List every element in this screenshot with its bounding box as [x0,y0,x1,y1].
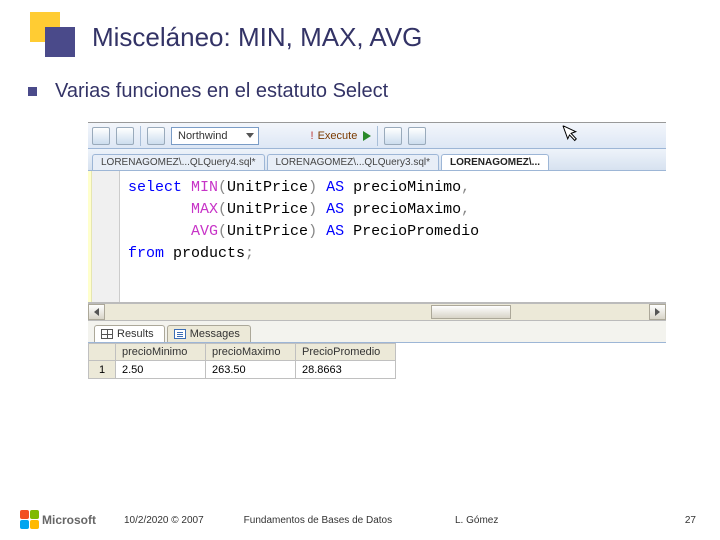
result-tabs: Results Messages [88,321,666,343]
column-header[interactable]: PrecioPromedio [296,343,396,361]
database-name: Northwind [178,130,228,142]
messages-tab-label: Messages [190,328,240,340]
execute-button[interactable]: ! Execute [311,130,358,142]
messages-icon [174,329,186,339]
chevron-down-icon [246,133,254,138]
subtitle-text: Varias funciones en el estatuto Select [55,80,388,103]
code-area[interactable]: select MIN(UnitPrice) AS precioMinimo, M… [120,171,666,302]
grid-icon [101,329,113,339]
file-tab[interactable]: LORENAGOMEZ\...QLQuery4.sql* [92,154,265,170]
microsoft-wordmark: Microsoft [42,513,96,527]
file-tabs: LORENAGOMEZ\...QLQuery4.sql* LORENAGOMEZ… [88,149,666,171]
page-number: 27 [685,515,696,526]
ssms-window: Northwind ! Execute LORENAGOMEZ\...QLQue… [88,122,666,379]
scroll-thumb[interactable] [431,305,511,319]
row-number: 1 [88,361,116,379]
play-icon[interactable] [363,131,371,141]
messages-tab[interactable]: Messages [167,325,251,342]
grid-cell: 2.50 [116,361,206,379]
toolbar-button-icon[interactable] [92,127,110,145]
grid-cell: 263.50 [206,361,296,379]
footer-date: 10/2/2020 © 2007 [124,515,204,526]
bullet-icon [28,87,37,96]
grid-corner [88,343,116,361]
database-selector[interactable]: Northwind [171,127,259,145]
toolbar-separator [140,126,141,146]
subtitle-row: Varias funciones en el estatuto Select [28,80,388,103]
footer-author: L. Gómez [455,515,498,526]
scroll-track[interactable] [105,304,649,320]
microsoft-logo: Microsoft [20,510,96,530]
horizontal-scrollbar[interactable] [88,303,666,321]
column-header[interactable]: precioMinimo [116,343,206,361]
grid-header-row: precioMinimo precioMaximo PrecioPromedio [88,343,666,361]
file-tab-active[interactable]: LORENAGOMEZ\... [441,154,549,170]
sql-editor[interactable]: select MIN(UnitPrice) AS precioMinimo, M… [88,171,666,303]
grid-data-row[interactable]: 1 2.50 263.50 28.8663 [88,361,666,379]
toolbar-separator [377,126,378,146]
scroll-right-button[interactable] [649,304,666,320]
line-gutter [92,171,120,302]
execute-label: Execute [318,130,358,142]
file-tab[interactable]: LORENAGOMEZ\...QLQuery3.sql* [267,154,440,170]
title-accent-navy [45,27,75,57]
toolbar-button-icon[interactable] [408,127,426,145]
scroll-left-button[interactable] [88,304,105,320]
slide-title: Misceláneo: MIN, MAX, AVG [92,22,422,53]
windows-flag-icon [20,510,40,530]
toolbar-button-icon[interactable] [384,127,402,145]
results-tab-label: Results [117,328,154,340]
toolbar-button-icon[interactable] [147,127,165,145]
footer-title: Fundamentos de Bases de Datos [244,515,392,526]
slide-footer: Microsoft 10/2/2020 © 2007 Fundamentos d… [0,510,720,530]
results-grid: precioMinimo precioMaximo PrecioPromedio… [88,343,666,379]
results-tab[interactable]: Results [94,325,165,342]
column-header[interactable]: precioMaximo [206,343,296,361]
toolbar-button-icon[interactable] [116,127,134,145]
grid-cell: 28.8663 [296,361,396,379]
